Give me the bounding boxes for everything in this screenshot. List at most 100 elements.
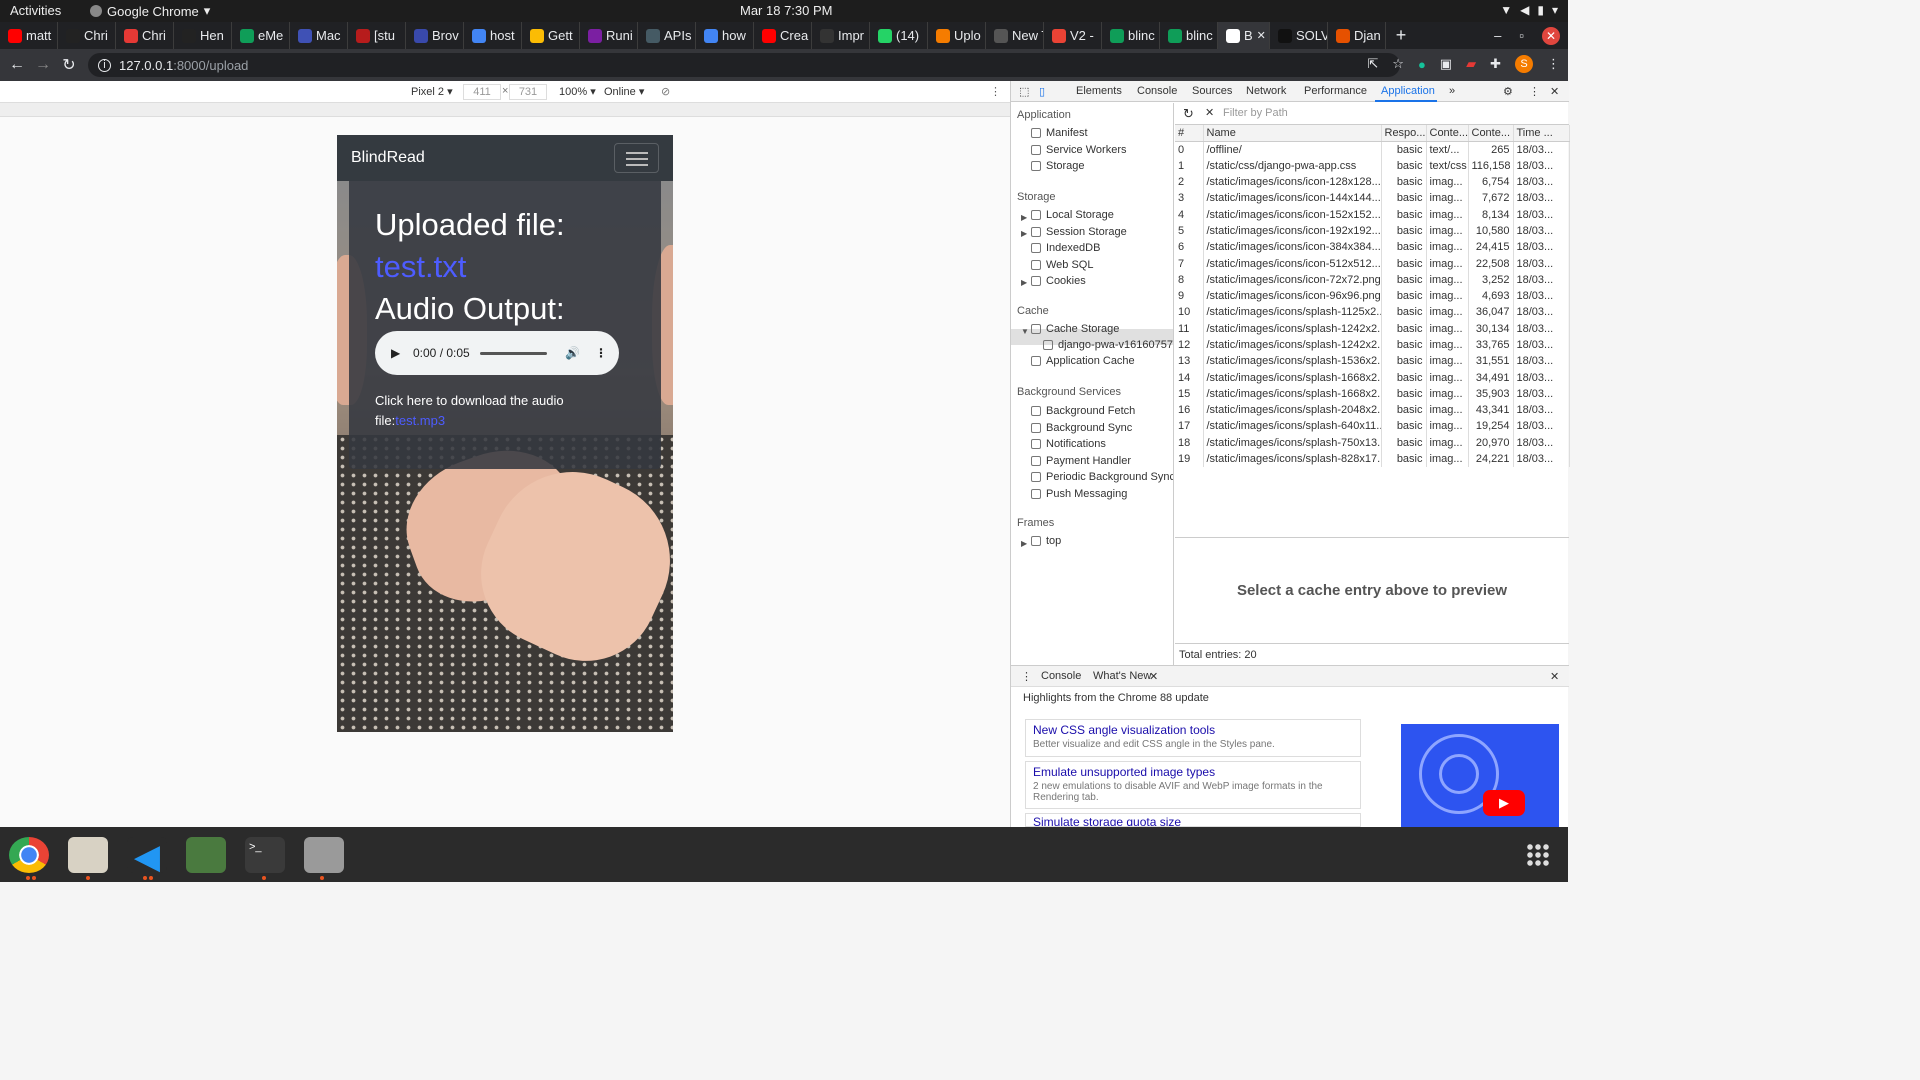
table-row[interactable]: 12/static/images/icons/splash-1242x2... b… [1175, 336, 1570, 354]
table-row[interactable]: 16/static/images/icons/splash-2048x2... b… [1175, 402, 1570, 419]
show-applications-icon[interactable] [1526, 843, 1550, 867]
download-mp3-link[interactable]: test.mp3 [395, 413, 445, 428]
browser-tab[interactable]: Crea [754, 22, 812, 49]
whats-new-video-thumbnail[interactable]: ▶ [1401, 724, 1559, 827]
table-row[interactable]: 5/static/images/icons/icon-192x192.... ba… [1175, 222, 1570, 240]
sidebar-item-cache-storage[interactable]: Cache Storage [1031, 323, 1119, 335]
system-tray[interactable]: ▼ ◀ ▮ ▾ [1500, 3, 1558, 17]
table-row[interactable]: 7/static/images/icons/icon-512x512.... ba… [1175, 255, 1570, 272]
more-menu-icon[interactable]: ⋮ [1547, 56, 1560, 72]
device-select[interactable]: Pixel 2 ▾ [411, 85, 453, 98]
youtube-play-icon[interactable]: ▶ [1483, 790, 1525, 816]
menu-toggle-button[interactable] [614, 143, 659, 173]
rotate-icon[interactable]: ⊘ [661, 85, 670, 98]
info-icon[interactable]: i [98, 58, 111, 72]
sidebar-item-payment-handler[interactable]: Payment Handler [1031, 455, 1131, 467]
refresh-icon[interactable]: ↻ [1183, 106, 1194, 122]
browser-tab[interactable]: how [696, 22, 754, 49]
extension-icon[interactable]: ▣ [1440, 56, 1452, 72]
column-header[interactable]: Time ... [1513, 125, 1570, 142]
vscode-icon[interactable]: ◀ [127, 837, 167, 876]
browser-tab[interactable]: Hen [174, 22, 232, 49]
tab-performance[interactable]: Performance [1304, 85, 1367, 97]
settings-gear-icon[interactable]: ⚙ [1503, 85, 1513, 98]
whats-new-title[interactable]: Simulate storage quota size [1033, 815, 1353, 826]
expand-icon[interactable]: ▶ [1021, 229, 1027, 238]
brand-logo[interactable]: BlindRead [351, 149, 425, 167]
player-menu-icon[interactable]: ⋮ [595, 346, 607, 360]
sidebar-item-periodic-background-sync[interactable]: Periodic Background Sync [1031, 471, 1173, 483]
sidebar-item-session-storage[interactable]: Session Storage [1031, 226, 1127, 238]
table-row[interactable]: 3/static/images/icons/icon-144x144.... ba… [1175, 190, 1570, 207]
profile-avatar[interactable]: S [1515, 55, 1533, 73]
browser-tab[interactable]: matt [0, 22, 58, 49]
browser-tab[interactable]: Djan [1328, 22, 1386, 49]
seek-slider[interactable] [480, 352, 547, 355]
uploaded-file-link[interactable]: test.txt [375, 249, 466, 285]
browser-tab[interactable]: SOLV [1270, 22, 1328, 49]
device-height-field[interactable]: 731 [509, 84, 547, 100]
back-icon[interactable]: ← [4, 56, 30, 74]
close-drawer-icon[interactable]: ✕ [1550, 670, 1559, 683]
media-query-ruler[interactable] [0, 103, 1010, 117]
table-row[interactable]: 1/static/css/django-pwa-app.css basic text… [1175, 157, 1570, 174]
expand-icon[interactable]: ▶ [1021, 539, 1027, 548]
sidebar-item-manifest[interactable]: Manifest [1031, 127, 1088, 139]
table-row[interactable]: 17/static/images/icons/splash-640x11... b… [1175, 418, 1570, 435]
whats-new-title[interactable]: New CSS angle visualization tools [1033, 723, 1353, 737]
browser-tab[interactable]: Chri [116, 22, 174, 49]
sidebar-item-application-cache[interactable]: Application Cache [1031, 355, 1135, 367]
column-header[interactable]: Name [1203, 125, 1382, 142]
sidebar-item-notifications[interactable]: Notifications [1031, 438, 1106, 450]
close-tab-icon[interactable]: ✕ [1257, 29, 1266, 42]
device-width-field[interactable]: 411 [463, 84, 501, 100]
browser-tab[interactable]: Uplo [928, 22, 986, 49]
whats-new-title[interactable]: Emulate unsupported image types [1033, 765, 1353, 779]
close-devtools-icon[interactable]: ✕ [1550, 85, 1559, 98]
browser-tab[interactable]: V2 - [1044, 22, 1102, 49]
sidebar-item-cookies[interactable]: Cookies [1031, 275, 1086, 287]
whats-new-item[interactable]: New CSS angle visualization tools Better… [1025, 719, 1361, 757]
browser-tab[interactable]: APIs [638, 22, 696, 49]
tab-console[interactable]: Console [1137, 85, 1177, 97]
disk-icon[interactable] [304, 837, 344, 873]
open-in-app-icon[interactable]: ⇱ [1367, 56, 1378, 72]
bookmark-star-icon[interactable]: ☆ [1392, 56, 1404, 72]
extensions-puzzle-icon[interactable]: ✚ [1490, 56, 1501, 72]
browser-tab[interactable]: [stu [348, 22, 406, 49]
extension-icon[interactable]: ▰ [1466, 56, 1476, 72]
sidebar-item-local-storage[interactable]: Local Storage [1031, 209, 1114, 221]
chrome-icon[interactable] [9, 837, 49, 873]
browser-tab[interactable]: Runi [580, 22, 638, 49]
sidebar-item-push-messaging[interactable]: Push Messaging [1031, 488, 1127, 500]
browser-tab[interactable]: Impr [812, 22, 870, 49]
browser-tab[interactable]: blinc [1160, 22, 1218, 49]
browser-tab[interactable]: host [464, 22, 522, 49]
table-row[interactable]: 2/static/images/icons/icon-128x128.... ba… [1175, 173, 1570, 191]
sidebar-item-cache-entry[interactable]: django-pwa-v1616075785 [1043, 339, 1173, 351]
close-window-button[interactable]: ✕ [1542, 26, 1560, 45]
browser-tab[interactable]: New Tal [986, 22, 1044, 49]
filter-path-input[interactable]: Filter by Path [1223, 107, 1288, 119]
expand-icon[interactable]: ▶ [1021, 213, 1027, 222]
zoom-select[interactable]: 100% ▾ [559, 85, 596, 98]
expand-icon[interactable]: ▶ [1021, 278, 1027, 287]
sidebar-item-storage[interactable]: Storage [1031, 160, 1085, 172]
device-more-icon[interactable]: ⋮ [990, 85, 1001, 98]
device-toggle-icon[interactable]: ▯ [1039, 85, 1045, 98]
minimize-icon[interactable]: – [1494, 28, 1501, 43]
column-header[interactable]: # [1175, 125, 1204, 142]
sidebar-item-web-sql[interactable]: Web SQL [1031, 259, 1094, 271]
browser-tab[interactable]: eMe [232, 22, 290, 49]
collapse-icon[interactable]: ▼ [1021, 327, 1029, 336]
sidebar-item-background-fetch[interactable]: Background Fetch [1031, 405, 1135, 417]
download-icon[interactable] [186, 837, 226, 873]
table-row[interactable]: 6/static/images/icons/icon-384x384.... ba… [1175, 239, 1570, 256]
terminal-icon[interactable]: >_ [245, 837, 285, 873]
browser-tab[interactable]: Gett [522, 22, 580, 49]
sidebar-item-background-sync[interactable]: Background Sync [1031, 422, 1132, 434]
whats-new-item[interactable]: Emulate unsupported image types 2 new em… [1025, 761, 1361, 809]
table-row[interactable]: 15/static/images/icons/splash-1668x2... b… [1175, 385, 1570, 403]
tab-elements[interactable]: Elements [1076, 85, 1122, 97]
sidebar-item-service-workers[interactable]: Service Workers [1031, 144, 1126, 156]
